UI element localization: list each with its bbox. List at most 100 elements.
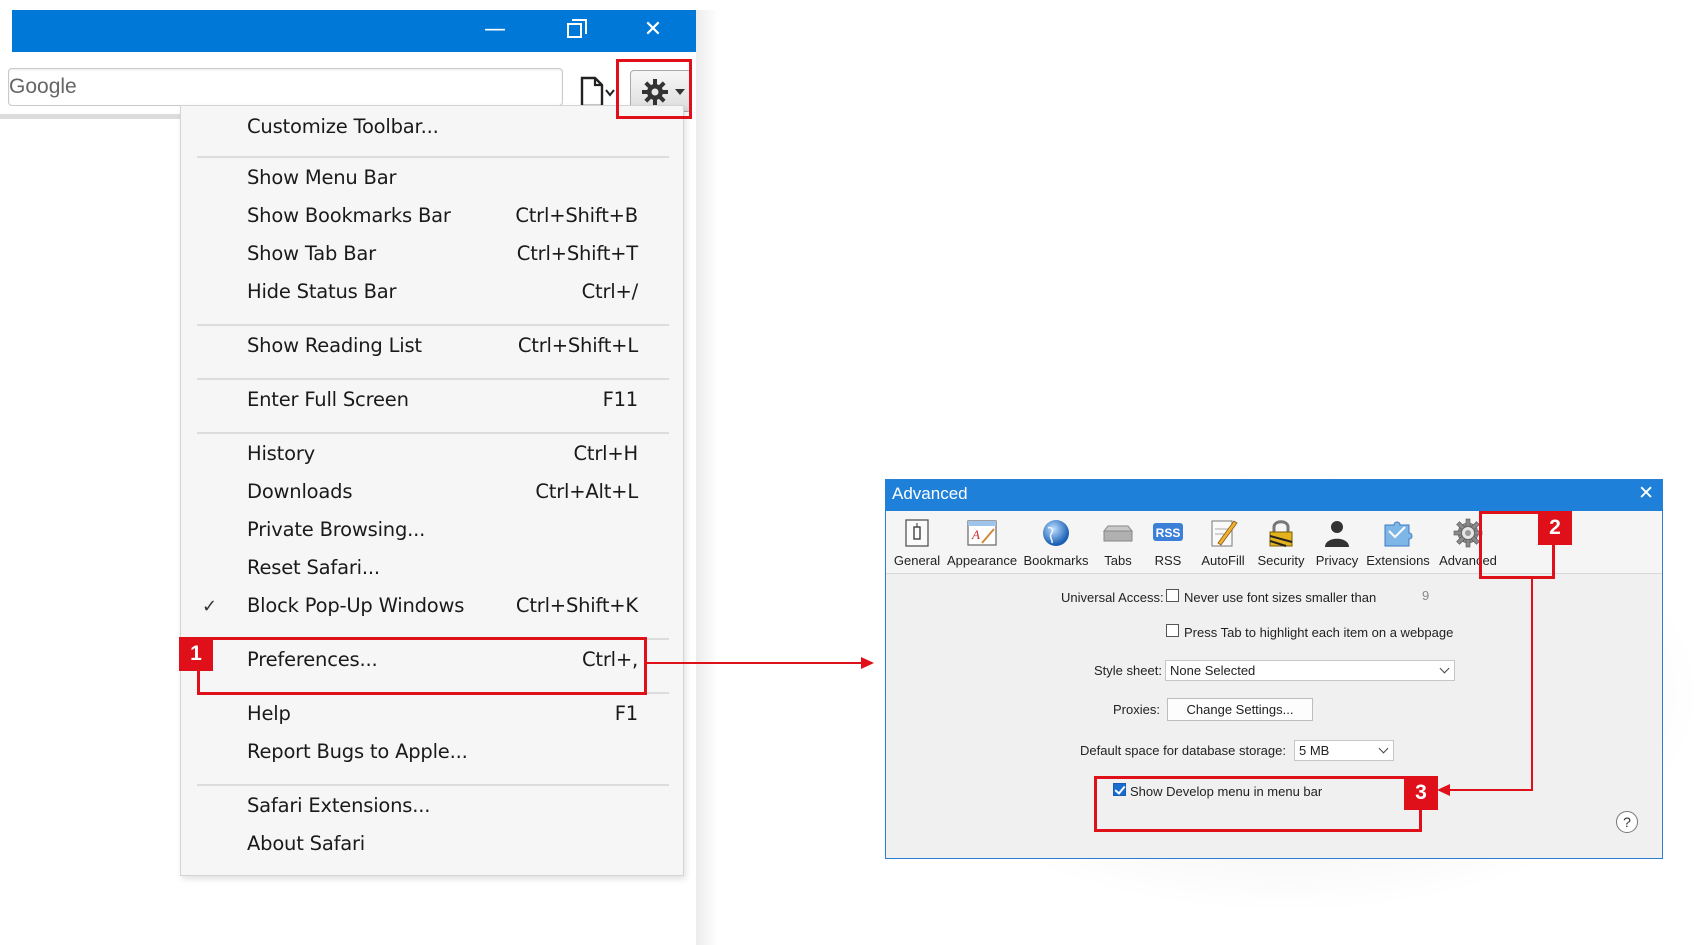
menu-separator: [197, 432, 669, 434]
tab-security[interactable]: Security: [1253, 515, 1309, 571]
close-button[interactable]: ✕: [623, 10, 683, 52]
menu-item-enter-full-screen[interactable]: Enter Full Screen F11: [181, 385, 683, 421]
menu-item-customize-toolbar[interactable]: Customize Toolbar...: [181, 112, 683, 148]
menu-item-show-tab-bar[interactable]: Show Tab Bar Ctrl+Shift+T: [181, 239, 683, 275]
menu-item-label: Safari Extensions...: [247, 794, 431, 817]
rss-icon: RSS: [1153, 523, 1183, 541]
tab-appearance[interactable]: A Appearance: [947, 515, 1017, 571]
menu-item-shortcut: Ctrl+Shift+B: [515, 204, 638, 227]
step-badge-3: 3: [1404, 776, 1438, 810]
general-icon: [905, 519, 929, 547]
menu-item-block-popups[interactable]: ✓ Block Pop-Up Windows Ctrl+Shift+K: [181, 591, 683, 627]
menu-item-label: Help: [247, 702, 291, 725]
screenshot-stage: — ✕ Google Customize Toolbar... Show Men…: [0, 0, 1707, 945]
never-font-size-checkbox[interactable]: [1166, 589, 1179, 602]
search-field[interactable]: [8, 68, 563, 106]
tab-privacy[interactable]: Privacy: [1311, 515, 1363, 571]
toolbar-divider: [0, 114, 182, 119]
dialog-titlebar: Advanced ✕: [886, 480, 1662, 511]
menu-item-reset-safari[interactable]: Reset Safari...: [181, 553, 683, 589]
menu-item-shortcut: Ctrl+Alt+L: [535, 480, 638, 503]
menu-item-label: Show Reading List: [247, 334, 422, 357]
menu-item-label: Enter Full Screen: [247, 388, 409, 411]
proxies-label: Proxies:: [1113, 702, 1160, 717]
settings-dropdown-menu: Customize Toolbar... Show Menu Bar Show …: [180, 105, 684, 876]
style-sheet-value: None Selected: [1170, 663, 1256, 678]
menu-item-label: Private Browsing...: [247, 518, 426, 541]
highlight-preferences: [197, 637, 647, 695]
menu-item-label: About Safari: [247, 832, 366, 855]
tab-label: Privacy: [1315, 553, 1359, 568]
database-storage-value: 5 MB: [1299, 743, 1330, 758]
menu-item-shortcut: Ctrl+/: [581, 280, 639, 303]
menu-item-shortcut: F1: [614, 702, 638, 725]
security-lock-icon: [1269, 520, 1293, 547]
tab-tabs[interactable]: Tabs: [1095, 515, 1141, 571]
menu-item-private-browsing[interactable]: Private Browsing...: [181, 515, 683, 551]
tab-label: Extensions: [1366, 553, 1430, 568]
menu-item-show-menu-bar[interactable]: Show Menu Bar: [181, 163, 683, 199]
window-titlebar: — ✕: [12, 10, 697, 52]
menu-item-shortcut: Ctrl+Shift+L: [517, 334, 638, 357]
menu-item-label: Block Pop-Up Windows: [247, 594, 465, 617]
chevron-down-icon: [1378, 743, 1389, 754]
database-storage-label: Default space for database storage:: [1080, 743, 1286, 758]
menu-item-show-bookmarks-bar[interactable]: Show Bookmarks Bar Ctrl+Shift+B: [181, 201, 683, 237]
menu-item-report-bugs[interactable]: Report Bugs to Apple...: [181, 737, 683, 773]
menu-item-hide-status-bar[interactable]: Hide Status Bar Ctrl+/: [181, 277, 683, 313]
tab-rss[interactable]: RSS RSS: [1145, 515, 1191, 571]
style-sheet-select[interactable]: None Selected: [1165, 660, 1455, 681]
tab-autofill[interactable]: AutoFill: [1195, 515, 1251, 571]
menu-item-label: History: [247, 442, 315, 465]
page-menu-icon[interactable]: [578, 76, 618, 108]
menu-item-safari-extensions[interactable]: Safari Extensions...: [181, 791, 683, 827]
dialog-close-button[interactable]: ✕: [1638, 482, 1654, 504]
menu-separator: [197, 378, 669, 380]
menu-item-shortcut: F11: [602, 388, 639, 411]
menu-item-label: Show Bookmarks Bar: [247, 204, 451, 227]
tab-bookmarks[interactable]: Bookmarks: [1021, 515, 1091, 571]
press-tab-label: Press Tab to highlight each item on a we…: [1184, 625, 1454, 640]
never-font-size-label: Never use font sizes smaller than: [1184, 590, 1377, 605]
autofill-pencil-icon: [1211, 520, 1238, 547]
chevron-down-icon: [1439, 663, 1450, 674]
svg-text:RSS: RSS: [1156, 526, 1181, 540]
search-input[interactable]: [9, 69, 562, 105]
maximize-icon: [566, 19, 587, 38]
tab-label: Tabs: [1104, 553, 1132, 568]
maximize-button[interactable]: [544, 10, 604, 52]
menu-separator: [197, 324, 669, 326]
privacy-person-icon: [1325, 521, 1349, 547]
change-settings-button[interactable]: Change Settings...: [1167, 698, 1313, 721]
menu-separator: [197, 784, 669, 786]
tabs-icon: [1102, 525, 1134, 542]
minimize-button[interactable]: —: [465, 10, 525, 52]
dialog-title: Advanced: [892, 484, 968, 503]
menu-item-label: Report Bugs to Apple...: [247, 740, 468, 763]
menu-item-show-reading-list[interactable]: Show Reading List Ctrl+Shift+L: [181, 331, 683, 367]
menu-item-label: Downloads: [247, 480, 353, 503]
tab-label: RSS: [1154, 553, 1182, 568]
extensions-puzzle-icon: [1384, 521, 1413, 547]
menu-item-history[interactable]: History Ctrl+H: [181, 439, 683, 475]
tab-label: AutoFill: [1201, 553, 1245, 568]
menu-item-about-safari[interactable]: About Safari: [181, 829, 683, 865]
menu-item-shortcut: Ctrl+H: [573, 442, 639, 465]
style-sheet-label: Style sheet:: [1094, 663, 1162, 678]
help-button[interactable]: ?: [1616, 811, 1638, 833]
menu-item-label: Customize Toolbar...: [247, 115, 439, 138]
highlight-gear-button: [616, 59, 692, 119]
tab-label: General: [893, 553, 941, 568]
tab-extensions[interactable]: Extensions: [1364, 515, 1432, 571]
press-tab-checkbox[interactable]: [1166, 624, 1179, 637]
menu-item-label: Reset Safari...: [247, 556, 380, 579]
svg-text:A: A: [971, 527, 980, 542]
highlight-show-develop-menu: [1094, 776, 1422, 832]
database-storage-select[interactable]: 5 MB: [1294, 740, 1394, 761]
universal-access-label: Universal Access:: [1061, 590, 1164, 605]
tab-general[interactable]: General: [889, 515, 945, 571]
menu-item-downloads[interactable]: Downloads Ctrl+Alt+L: [181, 477, 683, 513]
menu-item-help[interactable]: Help F1: [181, 699, 683, 735]
menu-item-label: Hide Status Bar: [247, 280, 397, 303]
min-font-size-select[interactable]: 9: [1422, 588, 1440, 606]
